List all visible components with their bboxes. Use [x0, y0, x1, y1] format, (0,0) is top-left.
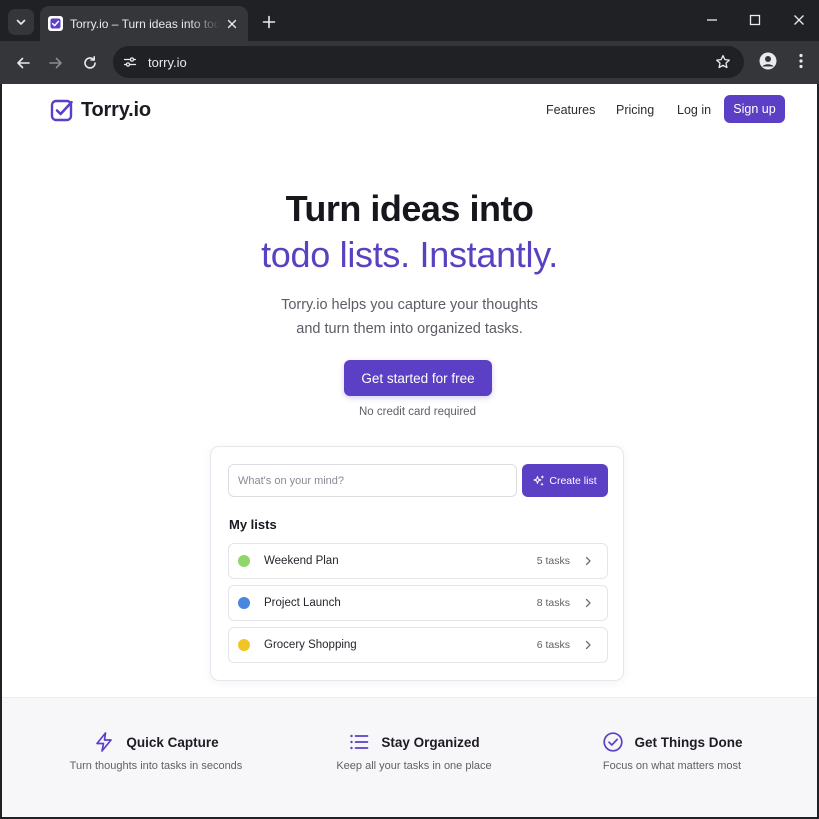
logo[interactable]: Torry.io: [50, 98, 151, 122]
list-icon: [350, 734, 369, 750]
create-list-label: Create list: [549, 474, 597, 487]
browser-menu-icon[interactable]: [791, 50, 811, 72]
chevron-right-icon: [582, 597, 594, 609]
list-task-count: 5 tasks: [536, 555, 570, 567]
window-frame-left: [0, 84, 2, 819]
feature-stay-organized: Stay Organized Keep all your tasks in on…: [278, 698, 550, 817]
list-name: Grocery Shopping: [264, 639, 357, 651]
sparkle-icon: [533, 475, 545, 486]
url-text: torry.io: [148, 55, 187, 70]
list-color-dot: [238, 597, 250, 609]
my-lists-heading: My lists: [229, 517, 277, 532]
feature-description: Focus on what matters most: [602, 760, 742, 772]
feature-description: Turn thoughts into tasks in seconds: [69, 760, 243, 772]
browser-toolbar: torry.io: [0, 41, 819, 84]
logo-check-icon: [50, 99, 73, 122]
feature-heading: Get Things Done: [536, 731, 808, 753]
list-item[interactable]: Project Launch 8 tasks: [228, 585, 608, 621]
maximize-icon[interactable]: [744, 10, 766, 30]
browser-chrome: Torry.io – Turn ideas into todo lists: [0, 0, 819, 84]
profile-avatar-icon[interactable]: [757, 50, 779, 72]
list-color-dot: [238, 639, 250, 651]
back-arrow-icon[interactable]: [11, 51, 35, 75]
list-color-dot: [238, 555, 250, 567]
reload-icon[interactable]: [78, 51, 102, 75]
list-task-count: 6 tasks: [536, 639, 570, 651]
feature-description: Keep all your tasks in one place: [336, 760, 492, 772]
features-section: Quick Capture Turn thoughts into tasks i…: [2, 697, 817, 817]
get-started-button[interactable]: Get started for free: [344, 360, 492, 396]
chevron-right-icon: [582, 555, 594, 567]
chevron-down-icon: [16, 19, 26, 25]
chevron-right-icon: [582, 639, 594, 651]
nav-pricing-link[interactable]: Pricing: [616, 96, 654, 124]
hero-accent-title: todo lists. Instantly.: [261, 234, 558, 275]
app-preview-card: Create list My lists Weekend Plan 5 task…: [210, 446, 624, 681]
feature-title: Stay Organized: [381, 734, 480, 750]
nav-login-link[interactable]: Log in: [677, 96, 711, 124]
logo-text: Torry.io: [81, 98, 151, 121]
feature-title: Quick Capture: [126, 734, 219, 750]
list-name: Weekend Plan: [264, 555, 339, 567]
page-viewport: Torry.io Features Pricing Log in Sign up…: [2, 84, 817, 817]
feature-heading: Quick Capture: [20, 731, 292, 753]
feature-title: Get Things Done: [634, 734, 743, 750]
window-close-icon[interactable]: [788, 10, 810, 30]
feature-get-things-done: Get Things Done Focus on what matters mo…: [536, 698, 808, 817]
hero-title: Turn ideas into: [285, 188, 534, 229]
check-circle-icon: [602, 732, 623, 752]
signup-button[interactable]: Sign up: [724, 95, 785, 123]
bookmark-star-icon[interactable]: [714, 53, 732, 71]
forward-arrow-icon[interactable]: [44, 51, 68, 75]
tab-search-button[interactable]: [8, 9, 34, 35]
idea-input[interactable]: [228, 464, 517, 497]
tab-close-icon[interactable]: [224, 16, 240, 32]
lightning-icon: [96, 732, 113, 752]
site-header: Torry.io Features Pricing Log in Sign up: [2, 84, 817, 136]
cta-note: No credit card required: [359, 406, 476, 418]
hero-subtitle-line-1: Torry.io helps you capture your thoughts: [281, 297, 538, 313]
nav-features-link[interactable]: Features: [546, 96, 595, 124]
feature-heading: Stay Organized: [278, 731, 550, 753]
minimize-icon[interactable]: [701, 10, 723, 30]
hero-subtitle-line-2: and turn them into organized tasks.: [296, 321, 523, 337]
address-bar[interactable]: torry.io: [113, 46, 744, 78]
feature-quick-capture: Quick Capture Turn thoughts into tasks i…: [20, 698, 292, 817]
tab-bar: Torry.io – Turn ideas into todo lists: [0, 0, 819, 41]
list-item[interactable]: Weekend Plan 5 tasks: [228, 543, 608, 579]
list-name: Project Launch: [264, 597, 341, 609]
list-item[interactable]: Grocery Shopping 6 tasks: [228, 627, 608, 663]
new-tab-plus-icon[interactable]: [259, 12, 279, 32]
favicon-check-icon: [48, 16, 63, 31]
browser-tab[interactable]: Torry.io – Turn ideas into todo lists: [40, 6, 248, 41]
list-task-count: 8 tasks: [536, 597, 570, 609]
create-list-button[interactable]: Create list: [522, 464, 608, 497]
hero-subtitle: Torry.io helps you capture your thoughts…: [2, 293, 817, 341]
site-settings-icon[interactable]: [120, 52, 140, 72]
tab-title: Torry.io – Turn ideas into todo lists: [70, 16, 220, 31]
